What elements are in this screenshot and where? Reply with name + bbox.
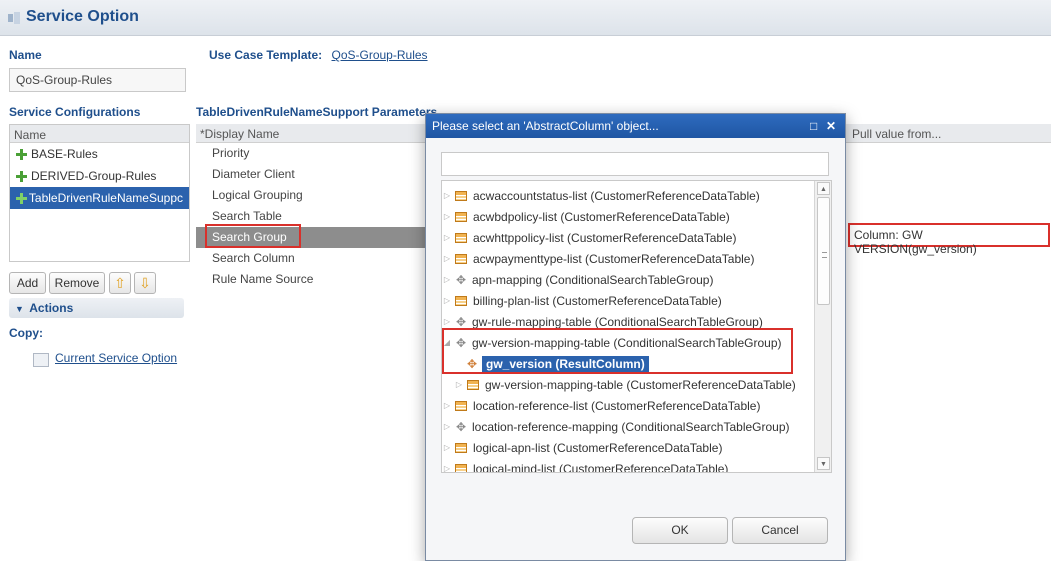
expand-icon[interactable]: ▷ [442,275,452,284]
header-bar: Service Option [0,0,1051,36]
tree-item[interactable]: ▷ acwhttppolicy-list (CustomerReferenceDa… [442,227,814,248]
config-column-header: Name [10,125,189,143]
config-item-base-rules[interactable]: BASE-Rules [10,143,189,165]
table-icon [455,253,467,264]
tree-item[interactable]: ▷ acwpaymenttype-list (CustomerReferenceD… [442,248,814,269]
expand-icon[interactable]: ▷ [442,401,452,410]
arrow-down-icon: ⇩ [139,275,151,291]
dialog-title-bar: Please select an 'AbstractColumn' object… [426,114,845,138]
tree-item-label: logical-mind-list (CustomerReferenceData… [473,461,729,473]
list-item-label: BASE-Rules [31,147,98,161]
tree-item-label: apn-mapping (ConditionalSearchTableGroup… [472,272,714,287]
expand-icon[interactable]: ▷ [442,443,452,452]
tree-item[interactable]: ▷ billing-plan-list (CustomerReferenceDat… [442,290,814,311]
name-label: Name [9,48,42,62]
parameters-title: TableDrivenRuleNameSupport Parameters [196,105,438,119]
filter-input[interactable] [441,152,829,176]
object-tree: ▷ acwaccountstatus-list (CustomerReferenc… [441,180,832,473]
tree-item-label: acwaccountstatus-list (CustomerReference… [473,188,760,203]
service-option-icon [8,12,20,24]
close-icon[interactable]: ✕ [826,119,836,133]
tree-item[interactable]: ▷ location-reference-list (CustomerRefere… [442,395,814,416]
tree-item-label: acwhttppolicy-list (CustomerReferenceDat… [473,230,737,245]
group-icon: ✥ [455,419,467,434]
tree-item-label: billing-plan-list (CustomerReferenceData… [473,293,722,308]
tree-item[interactable]: ▷ gw-version-mapping-table (CustomerRefer… [454,374,826,395]
expand-icon[interactable]: ▷ [442,317,452,326]
use-case-label: Use Case Template: [209,48,323,62]
scrollbar-thumb[interactable] [817,197,830,305]
table-icon [455,295,467,306]
tree-item[interactable]: ▷ ✥ location-reference-mapping (Conditiona… [442,416,814,437]
tree-item-label: location-reference-mapping (ConditionalS… [472,419,790,434]
config-item-derived-group-rules[interactable]: DERIVED-Group-Rules [10,165,189,187]
expand-icon[interactable]: ▷ [442,233,452,242]
tree-item-label: acwpaymenttype-list (CustomerReferenceDa… [473,251,755,266]
chevron-down-icon: ▼ [15,304,24,314]
page-title: Service Option [26,8,139,25]
expand-icon[interactable]: ▷ [442,296,452,305]
list-item-label: DERIVED-Group-Rules [31,169,157,183]
tree-item-label: logical-apn-list (CustomerReferenceDataT… [473,440,723,455]
service-option-icon [33,353,49,367]
expand-icon[interactable]: ▷ [442,464,452,472]
tree-item[interactable]: ▷ logical-apn-list (CustomerReferenceData… [442,437,814,458]
expand-icon[interactable]: ▷ [454,380,464,389]
arrow-up-icon: ⇧ [114,275,126,291]
expand-icon[interactable]: ▷ [442,212,452,221]
expand-icon[interactable]: ▷ [442,191,452,200]
copy-label: Copy: [9,326,43,340]
tree-item[interactable]: ▷ logical-mind-list (CustomerReferenceDat… [442,458,814,473]
table-icon [467,379,479,390]
table-icon [455,442,467,453]
tree-scrollbar[interactable]: ▲ ▼ [814,181,831,472]
use-case-template: Use Case Template: QoS-Group-Rules [209,48,428,62]
scroll-down-icon[interactable]: ▼ [817,457,830,470]
maximize-icon[interactable]: □ [810,119,817,133]
scroll-up-icon[interactable]: ▲ [817,182,830,195]
group-icon: ✥ [455,314,467,329]
move-up-button[interactable]: ⇧ [109,272,131,294]
table-icon [455,211,467,222]
remove-button[interactable]: Remove [49,272,105,294]
tree-item-label: acwbdpolicy-list (CustomerReferenceDataT… [473,209,730,224]
plus-icon [16,170,27,182]
ok-button[interactable]: OK [632,517,728,544]
expand-icon[interactable]: ▷ [442,254,452,263]
pull-value-header: Pull value from... [852,127,942,141]
gw-version-highlight [442,328,793,374]
current-service-option-link[interactable]: Current Service Option [55,351,177,365]
cancel-button[interactable]: Cancel [732,517,828,544]
search-group-highlight [205,224,301,248]
list-item-label: TableDrivenRuleNameSuppc [28,191,183,205]
search-group-pull-value[interactable]: Column: GW VERSION(gw_version) [848,223,1050,256]
actions-section-header[interactable]: ▼ Actions [9,298,184,318]
tree-item-label: gw-version-mapping-table (CustomerRefere… [485,377,796,392]
table-icon [455,232,467,243]
config-item-tabledriven[interactable]: TableDrivenRuleNameSuppc [10,187,189,209]
group-icon: ✥ [455,272,467,287]
tree-item-label: gw-rule-mapping-table (ConditionalSearch… [472,314,763,329]
plus-icon [16,148,27,160]
table-icon [455,190,467,201]
use-case-link[interactable]: QoS-Group-Rules [332,48,428,62]
tree-item[interactable]: ▷ acwaccountstatus-list (CustomerReferenc… [442,185,814,206]
dialog-title: Please select an 'AbstractColumn' object… [432,119,659,133]
move-down-button[interactable]: ⇩ [134,272,156,294]
actions-label: Actions [29,301,74,315]
expand-icon[interactable]: ▷ [442,422,452,431]
tree-item[interactable]: ▷ ✥ apn-mapping (ConditionalSearchTableGro… [442,269,814,290]
plus-icon [16,192,27,204]
service-configurations-list: Name BASE-Rules DERIVED-Group-Rules Tabl… [9,124,190,262]
name-field[interactable]: QoS-Group-Rules [9,68,186,92]
table-icon [455,463,467,472]
select-column-dialog: Please select an 'AbstractColumn' object… [425,113,846,561]
tree-item[interactable]: ▷ acwbdpolicy-list (CustomerReferenceData… [442,206,814,227]
tree-item-label: location-reference-list (CustomerReferen… [473,398,761,413]
grip-icon [822,252,827,258]
display-name-header: *Display Name [200,127,280,141]
table-icon [455,400,467,411]
service-configurations-label: Service Configurations [9,105,141,119]
add-button[interactable]: Add [9,272,46,294]
